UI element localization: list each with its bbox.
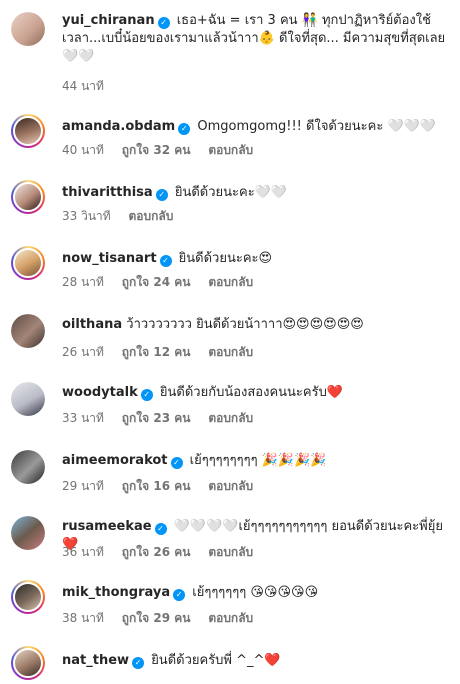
- comment-text: ยินดีด้วยกับน้องสองคนนะครับ❤️: [159, 385, 344, 400]
- username[interactable]: mik_thongraya: [62, 585, 170, 600]
- reply-button[interactable]: ตอบกลับ: [208, 411, 253, 425]
- avatar[interactable]: [11, 450, 45, 484]
- avatar[interactable]: [11, 646, 45, 680]
- comment-text: ยินดีด้วยครับพี่ ^_^❤️: [151, 653, 281, 668]
- reply-button[interactable]: ตอบกลับ: [208, 479, 253, 493]
- reply-button[interactable]: ตอบกลับ: [208, 143, 253, 157]
- comment-time: 33 วินาที: [62, 209, 111, 223]
- comment-text: เย้ๆๆๆๆๆๆๆๆ 🎉🎉🎉🎉: [189, 453, 327, 468]
- username[interactable]: now_tisanart: [62, 251, 157, 266]
- avatar[interactable]: [11, 314, 45, 348]
- comment-time: 44 นาที: [62, 79, 104, 93]
- username[interactable]: amanda.obdam: [62, 119, 175, 134]
- username[interactable]: nat_thew: [62, 653, 129, 668]
- reply-button[interactable]: ตอบกลับ: [208, 275, 253, 289]
- username[interactable]: yui_chiranan: [62, 13, 155, 28]
- verified-badge-icon: ✓: [132, 657, 145, 669]
- avatar[interactable]: [11, 12, 45, 46]
- likes-count[interactable]: ถูกใจ 26 คน: [122, 545, 191, 559]
- avatar[interactable]: [11, 114, 45, 148]
- comment-text: ว้าววววววว ยินดีด้วยน้าาาา😍😍😍😍😍😍: [126, 317, 364, 332]
- comment-time: 26 นาที: [62, 345, 104, 359]
- verified-badge-icon: ✓: [154, 523, 167, 535]
- verified-badge-icon: ✓: [170, 457, 183, 469]
- comment-time: 36 นาที: [62, 545, 104, 559]
- reply-button[interactable]: ตอบกลับ: [208, 545, 253, 559]
- comment-time: 29 นาที: [62, 479, 104, 493]
- verified-badge-icon: ✓: [173, 589, 186, 601]
- verified-badge-icon: ✓: [140, 389, 153, 401]
- likes-count[interactable]: ถูกใจ 29 คน: [122, 611, 191, 625]
- username[interactable]: oilthana: [62, 317, 122, 332]
- comment-text: Omgomgomg!!! ดีใจด้วยนะคะ 🤍🤍🤍: [197, 119, 437, 134]
- likes-count[interactable]: ถูกใจ 24 คน: [122, 275, 191, 289]
- likes-count[interactable]: ถูกใจ 12 คน: [122, 345, 191, 359]
- comment-text: ยินดีด้วยนะคะ😍: [178, 251, 273, 266]
- comment-text: ยินดีด้วยนะคะ🤍🤍: [174, 185, 288, 200]
- avatar[interactable]: [11, 180, 45, 214]
- username[interactable]: rusameekae: [62, 519, 152, 534]
- username[interactable]: aimeemorakot: [62, 453, 168, 468]
- comment-list: yui_chiranan ✓ เธอ+ฉัน = เรา 3 คน 👫 ทุกปา…: [0, 0, 460, 684]
- username[interactable]: woodytalk: [62, 385, 138, 400]
- avatar[interactable]: [11, 246, 45, 280]
- verified-badge-icon: ✓: [159, 255, 172, 267]
- comment-time: 28 นาที: [62, 275, 104, 289]
- reply-button[interactable]: ตอบกลับ: [208, 345, 253, 359]
- comment-time: 38 นาที: [62, 611, 104, 625]
- verified-badge-icon: ✓: [178, 123, 191, 135]
- comment-text: เย้ๆๆๆๆๆๆ 😘😘😘😘😘: [192, 585, 319, 600]
- username[interactable]: thivaritthisa: [62, 185, 153, 200]
- likes-count[interactable]: ถูกใจ 16 คน: [122, 479, 191, 493]
- avatar[interactable]: [11, 580, 45, 614]
- likes-count[interactable]: ถูกใจ 32 คน: [122, 143, 191, 157]
- likes-count[interactable]: ถูกใจ 23 คน: [122, 411, 191, 425]
- reply-button[interactable]: ตอบกลับ: [208, 611, 253, 625]
- avatar[interactable]: [11, 516, 45, 550]
- reply-button[interactable]: ตอบกลับ: [129, 209, 174, 223]
- verified-badge-icon: ✓: [157, 17, 170, 29]
- avatar[interactable]: [11, 382, 45, 416]
- verified-badge-icon: ✓: [155, 189, 168, 201]
- comment-time: 33 นาที: [62, 411, 104, 425]
- comment-time: 40 นาที: [62, 143, 104, 157]
